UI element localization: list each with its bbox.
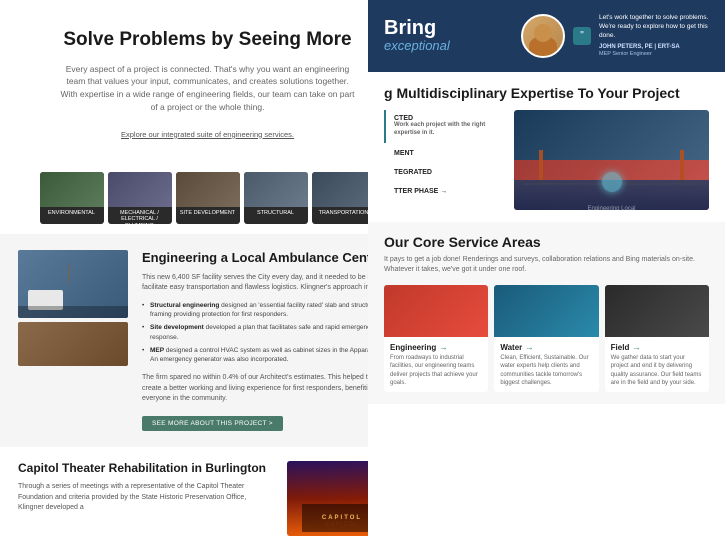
bullet-structural: Structural engineering designed an 'esse…: [142, 301, 397, 321]
ambulance-small-image: [18, 322, 128, 366]
ambulance-footer: The firm spared no within 0.4% of our Ar…: [142, 373, 397, 405]
field-tile-body: Field → We gather data to start your pro…: [605, 337, 709, 393]
tile-mep-image: [108, 172, 172, 207]
person-title: MEP Senior Engineer: [599, 51, 709, 59]
ambulance-cta-button[interactable]: SEE MORE ABOUT THIS PROJECT >: [142, 416, 283, 431]
tile-site-label: SITE DEVELOPMENT: [176, 207, 240, 219]
capitol-title: Capitol Theater Rehabilitation in Burlin…: [18, 461, 273, 477]
bullet-site: Site development developed a plan that f…: [142, 323, 397, 343]
tile-env-label: ENVIRONMENTAL: [40, 207, 104, 219]
banner-left-text: Bring exceptional: [384, 18, 450, 54]
multi-items-list: CTED Work each project with the right ex…: [384, 110, 504, 210]
left-panel: Solve Problems by Seeing More Every aspe…: [0, 0, 415, 544]
banner-quote: Let's work together to solve problems. W…: [599, 13, 709, 59]
tile-trans-label: TRANSPORTATION: [312, 207, 376, 219]
capitol-description: Through a series of meetings with a repr…: [18, 482, 273, 514]
multi-item-connected[interactable]: CTED Work each project with the right ex…: [384, 110, 504, 143]
ambulance-title: Engineering a Local Ambulance Center: [142, 250, 397, 267]
multi-image: Engineering Local: [514, 110, 709, 210]
quote-icon: ": [573, 27, 591, 45]
water-tile-desc: Clean, Efficient, Sustainable. Our water…: [500, 354, 592, 388]
multi-item-better-phase[interactable]: TTER PHASE →: [384, 183, 504, 200]
core-service-section: Our Core Service Areas It pays to get a …: [368, 222, 725, 404]
tile-env-image: [40, 172, 104, 207]
person-name: JOHN PETERS, PE | ERT-SA: [599, 43, 709, 51]
multi-item-int-title: TEGRATED: [394, 169, 496, 176]
core-tile-engineering[interactable]: Engineering → From roadways to industria…: [384, 285, 488, 393]
hero-title: Solve Problems by Seeing More: [40, 28, 375, 53]
ambulance-text: Engineering a Local Ambulance Center Thi…: [142, 250, 397, 431]
ambulance-bullets: Structural engineering designed an 'esse…: [142, 301, 397, 366]
hero-section: Solve Problems by Seeing More Every aspe…: [0, 0, 415, 162]
explore-link[interactable]: Explore our integrated suite of engineer…: [121, 130, 294, 139]
tile-site-image: [176, 172, 240, 207]
quote-text: Let's work together to solve problems. W…: [599, 13, 709, 40]
multi-item-connected-title: CTED: [394, 115, 496, 122]
tile-site[interactable]: SITE DEVELOPMENT: [176, 172, 240, 224]
service-tiles: ENVIRONMENTAL MECHANICAL / ELECTRICAL / …: [0, 162, 415, 234]
tile-mep[interactable]: MECHANICAL / ELECTRICAL / PLUMBING: [108, 172, 172, 224]
tile-mep-label: MECHANICAL / ELECTRICAL / PLUMBING: [108, 207, 172, 224]
ambulance-main-image: [18, 250, 128, 318]
ambulance-description: This new 6,400 SF facility serves the Ci…: [142, 273, 397, 294]
page-wrapper: Solve Problems by Seeing More Every aspe…: [0, 0, 725, 544]
banner-person-section: " Let's work together to solve problems.…: [521, 13, 709, 59]
field-tile-desc: We gather data to start your project and…: [611, 354, 703, 388]
engineering-tile-image: [384, 285, 488, 337]
water-tile-image: [494, 285, 598, 337]
fountain: [602, 172, 622, 192]
ambulance-images: [18, 250, 128, 431]
hero-description: Every aspect of a project is connected. …: [58, 63, 358, 114]
water-tile-title: Water →: [500, 342, 592, 352]
ambulance-section: Engineering a Local Ambulance Center Thi…: [0, 234, 415, 447]
right-panel: Bring exceptional " Let's work together …: [368, 0, 725, 544]
multi-item-environment[interactable]: MENT: [384, 145, 504, 162]
multi-title: g Multidisciplinary Expertise To Your Pr…: [384, 84, 709, 102]
core-tiles: Engineering → From roadways to industria…: [384, 285, 709, 393]
tile-environmental[interactable]: ENVIRONMENTAL: [40, 172, 104, 224]
tile-trans-image: [312, 172, 376, 207]
engineering-tile-desc: From roadways to industrial facilities, …: [390, 354, 482, 388]
engineering-tile-body: Engineering → From roadways to industria…: [384, 337, 488, 393]
engineering-tile-title: Engineering →: [390, 342, 482, 352]
core-tile-field[interactable]: Field → We gather data to start your pro…: [605, 285, 709, 393]
multi-content: CTED Work each project with the right ex…: [384, 110, 709, 210]
field-tile-image: [605, 285, 709, 337]
capitol-section: Capitol Theater Rehabilitation in Burlin…: [0, 447, 415, 544]
multi-item-bp-title: TTER PHASE →: [394, 188, 496, 195]
tile-struct-image: [244, 172, 308, 207]
banner-exceptional: exceptional: [384, 38, 450, 54]
core-description: It pays to get a job done! Renderings an…: [384, 255, 709, 275]
top-banner: Bring exceptional " Let's work together …: [368, 0, 725, 72]
multi-item-connected-desc: Work each project with the right experti…: [394, 122, 496, 138]
multi-item-env-title: MENT: [394, 150, 496, 157]
capitol-text: Capitol Theater Rehabilitation in Burlin…: [18, 461, 273, 536]
bullet-mep: MEP designed a control HVAC system as we…: [142, 346, 397, 366]
core-title: Our Core Service Areas: [384, 234, 709, 250]
flag-pole: [68, 265, 70, 283]
tile-structural[interactable]: STRUCTURAL: [244, 172, 308, 224]
person-avatar: [521, 14, 565, 58]
multidisciplinary-section: g Multidisciplinary Expertise To Your Pr…: [368, 72, 725, 222]
banner-bring: Bring: [384, 18, 450, 38]
field-tile-title: Field →: [611, 342, 703, 352]
core-tile-water[interactable]: Water → Clean, Efficient, Sustainable. O…: [494, 285, 598, 393]
water-tile-body: Water → Clean, Efficient, Sustainable. O…: [494, 337, 598, 393]
tile-transportation[interactable]: TRANSPORTATION: [312, 172, 376, 224]
tile-struct-label: STRUCTURAL: [244, 207, 308, 219]
multi-item-integrated[interactable]: TEGRATED: [384, 164, 504, 181]
engineering-local-marker: Engineering Local: [514, 206, 709, 210]
